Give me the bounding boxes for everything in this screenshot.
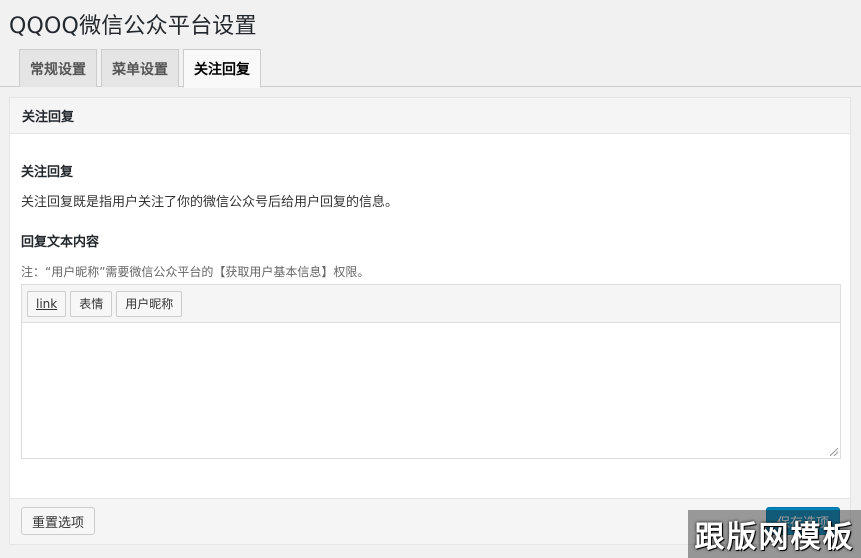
resize-handle-icon[interactable] — [830, 448, 838, 456]
follow-reply-panel: 关注回复 关注回复 关注回复既是指用户关注了你的微信公众号后给用户回复的信息。 … — [9, 97, 851, 545]
tab-follow-reply[interactable]: 关注回复 — [183, 49, 261, 88]
link-button[interactable]: link — [27, 290, 67, 317]
reply-text-editor: link 表情 用户昵称 — [21, 284, 841, 459]
section-title-reply-text: 回复文本内容 — [21, 235, 100, 250]
emoji-button[interactable]: 表情 — [70, 290, 113, 317]
reset-options-button[interactable]: 重置选项 — [21, 507, 96, 535]
permission-note: 注：“用户昵称”需要微信公众平台的【获取用户基本信息】权限。 — [21, 265, 370, 279]
watermark: 跟版网模板 — [688, 510, 861, 558]
page-title: QQOQ微信公众平台设置 — [9, 14, 257, 39]
section-description: 关注回复既是指用户关注了你的微信公众号后给用户回复的信息。 — [21, 195, 399, 210]
reply-text-input[interactable] — [22, 323, 840, 458]
nav-tabs: 常规设置 菜单设置 关注回复 — [19, 49, 261, 88]
tab-general-settings[interactable]: 常规设置 — [19, 49, 97, 87]
nickname-button[interactable]: 用户昵称 — [116, 290, 183, 317]
section-title-follow-reply: 关注回复 — [21, 165, 74, 180]
editor-toolbar: link 表情 用户昵称 — [22, 285, 840, 323]
panel-header: 关注回复 — [10, 98, 850, 134]
tab-menu-settings[interactable]: 菜单设置 — [101, 49, 179, 87]
